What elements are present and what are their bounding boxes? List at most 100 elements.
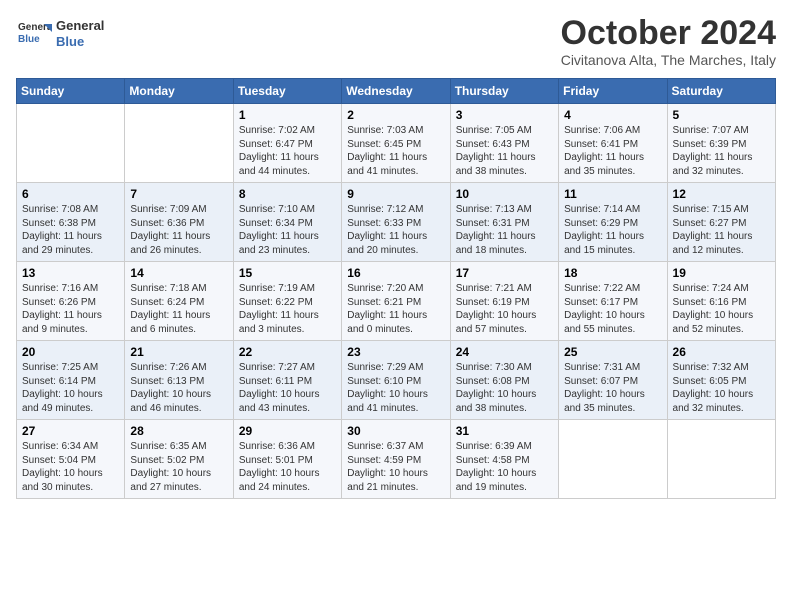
header-wednesday: Wednesday <box>342 79 450 104</box>
calendar-cell: 17 Sunrise: 7:21 AMSunset: 6:19 PMDayligh… <box>450 262 558 341</box>
day-number: 16 <box>347 266 444 280</box>
cell-info: Sunrise: 7:30 AMSunset: 6:08 PMDaylight:… <box>456 361 553 415</box>
cell-info: Sunrise: 7:13 AMSunset: 6:31 PMDaylight:… <box>456 203 553 257</box>
day-number: 27 <box>22 424 119 438</box>
day-number: 20 <box>22 345 119 359</box>
calendar-cell: 26Sunrise: 7:32 AMSunset: 6:05 PMDayligh… <box>667 341 775 420</box>
calendar-table: Sunday Monday Tuesday Wednesday Thursday… <box>16 78 776 499</box>
day-number: 29 <box>239 424 336 438</box>
cell-info: Sunrise: 7:18 AMSunset: 6:24 PMDaylight:… <box>130 282 227 336</box>
day-number: 23 <box>347 345 444 359</box>
day-number: 8 <box>239 187 336 201</box>
calendar-cell: 15 Sunrise: 7:19 AMSunset: 6:22 PMDayligh… <box>233 262 341 341</box>
day-number: 12 <box>673 187 770 201</box>
calendar-cell: 11Sunrise: 7:14 AMSunset: 6:29 PMDayligh… <box>559 183 667 262</box>
cell-info: Sunrise: 7:08 AMSunset: 6:38 PMDaylight:… <box>22 203 119 257</box>
day-number: 19 <box>673 266 770 280</box>
day-number: 24 <box>456 345 553 359</box>
calendar-header: Sunday Monday Tuesday Wednesday Thursday… <box>17 79 776 104</box>
cell-info: Sunrise: 7:19 AMSunset: 6:22 PMDaylight:… <box>239 282 336 336</box>
day-number: 25 <box>564 345 661 359</box>
day-number: 5 <box>673 108 770 122</box>
location-subtitle: Civitanova Alta, The Marches, Italy <box>561 52 776 68</box>
calendar-cell: 2Sunrise: 7:03 AMSunset: 6:45 PMDaylight… <box>342 104 450 183</box>
cell-info: Sunrise: 6:37 AMSunset: 4:59 PMDaylight:… <box>347 440 444 494</box>
header-tuesday: Tuesday <box>233 79 341 104</box>
calendar-cell: 25Sunrise: 7:31 AMSunset: 6:07 PMDayligh… <box>559 341 667 420</box>
svg-text:Blue: Blue <box>18 34 40 45</box>
calendar-cell: 28Sunrise: 6:35 AMSunset: 5:02 PMDayligh… <box>125 420 233 499</box>
day-number: 6 <box>22 187 119 201</box>
calendar-cell <box>667 420 775 499</box>
calendar-cell: 22 Sunrise: 7:27 AMSunset: 6:11 PMDayligh… <box>233 341 341 420</box>
day-number: 15 <box>239 266 336 280</box>
calendar-cell <box>125 104 233 183</box>
cell-info: Sunrise: 7:15 AMSunset: 6:27 PMDaylight:… <box>673 203 770 257</box>
calendar-cell: 13 Sunrise: 7:16 AMSunset: 6:26 PMDayligh… <box>17 262 125 341</box>
calendar-cell: 10 Sunrise: 7:13 AMSunset: 6:31 PMDayligh… <box>450 183 558 262</box>
calendar-body: 1 Sunrise: 7:02 AMSunset: 6:47 PMDaylight… <box>17 104 776 499</box>
day-number: 4 <box>564 108 661 122</box>
calendar-cell <box>559 420 667 499</box>
day-number: 13 <box>22 266 119 280</box>
calendar-cell: 9 Sunrise: 7:12 AMSunset: 6:33 PMDaylight… <box>342 183 450 262</box>
cell-info: Sunrise: 7:24 AMSunset: 6:16 PMDaylight:… <box>673 282 770 336</box>
day-number: 1 <box>239 108 336 122</box>
calendar-cell: 12 Sunrise: 7:15 AMSunset: 6:27 PMDayligh… <box>667 183 775 262</box>
calendar-cell: 8 Sunrise: 7:10 AMSunset: 6:34 PMDaylight… <box>233 183 341 262</box>
header-friday: Friday <box>559 79 667 104</box>
cell-info: Sunrise: 7:27 AMSunset: 6:11 PMDaylight:… <box>239 361 336 415</box>
cell-info: Sunrise: 7:16 AMSunset: 6:26 PMDaylight:… <box>22 282 119 336</box>
title-area: October 2024 Civitanova Alta, The Marche… <box>561 16 776 68</box>
calendar-cell: 24 Sunrise: 7:30 AMSunset: 6:08 PMDayligh… <box>450 341 558 420</box>
header-thursday: Thursday <box>450 79 558 104</box>
cell-info: Sunrise: 7:21 AMSunset: 6:19 PMDaylight:… <box>456 282 553 336</box>
calendar-week-3: 13 Sunrise: 7:16 AMSunset: 6:26 PMDayligh… <box>17 262 776 341</box>
cell-info: Sunrise: 7:03 AMSunset: 6:45 PMDaylight:… <box>347 124 444 178</box>
cell-info: Sunrise: 7:07 AMSunset: 6:39 PMDaylight:… <box>673 124 770 178</box>
calendar-cell: 23Sunrise: 7:29 AMSunset: 6:10 PMDayligh… <box>342 341 450 420</box>
cell-info: Sunrise: 7:22 AMSunset: 6:17 PMDaylight:… <box>564 282 661 336</box>
day-number: 22 <box>239 345 336 359</box>
calendar-week-4: 20 Sunrise: 7:25 AMSunset: 6:14 PMDayligh… <box>17 341 776 420</box>
cell-info: Sunrise: 7:10 AMSunset: 6:34 PMDaylight:… <box>239 203 336 257</box>
calendar-week-5: 27Sunrise: 6:34 AMSunset: 5:04 PMDayligh… <box>17 420 776 499</box>
day-number: 10 <box>456 187 553 201</box>
cell-info: Sunrise: 7:25 AMSunset: 6:14 PMDaylight:… <box>22 361 119 415</box>
cell-info: Sunrise: 7:06 AMSunset: 6:41 PMDaylight:… <box>564 124 661 178</box>
logo-text: General Blue <box>56 18 104 49</box>
day-number: 30 <box>347 424 444 438</box>
calendar-cell: 4 Sunrise: 7:06 AMSunset: 6:41 PMDaylight… <box>559 104 667 183</box>
day-number: 21 <box>130 345 227 359</box>
day-number: 17 <box>456 266 553 280</box>
day-number: 18 <box>564 266 661 280</box>
day-number: 11 <box>564 187 661 201</box>
calendar-cell: 7 Sunrise: 7:09 AMSunset: 6:36 PMDaylight… <box>125 183 233 262</box>
day-number: 3 <box>456 108 553 122</box>
cell-info: Sunrise: 7:02 AMSunset: 6:47 PMDaylight:… <box>239 124 336 178</box>
day-number: 9 <box>347 187 444 201</box>
calendar-cell: 3 Sunrise: 7:05 AMSunset: 6:43 PMDaylight… <box>450 104 558 183</box>
calendar-cell: 6 Sunrise: 7:08 AMSunset: 6:38 PMDaylight… <box>17 183 125 262</box>
cell-info: Sunrise: 7:12 AMSunset: 6:33 PMDaylight:… <box>347 203 444 257</box>
header: General Blue General Blue October 2024 C… <box>16 16 776 68</box>
cell-info: Sunrise: 7:09 AMSunset: 6:36 PMDaylight:… <box>130 203 227 257</box>
calendar-week-2: 6 Sunrise: 7:08 AMSunset: 6:38 PMDaylight… <box>17 183 776 262</box>
day-number: 31 <box>456 424 553 438</box>
day-number: 7 <box>130 187 227 201</box>
logo-icon: General Blue <box>16 16 52 52</box>
calendar-cell: 20 Sunrise: 7:25 AMSunset: 6:14 PMDayligh… <box>17 341 125 420</box>
svg-text:General: General <box>18 22 52 33</box>
cell-info: Sunrise: 7:05 AMSunset: 6:43 PMDaylight:… <box>456 124 553 178</box>
calendar-cell: 14Sunrise: 7:18 AMSunset: 6:24 PMDayligh… <box>125 262 233 341</box>
cell-info: Sunrise: 7:20 AMSunset: 6:21 PMDaylight:… <box>347 282 444 336</box>
calendar-week-1: 1 Sunrise: 7:02 AMSunset: 6:47 PMDaylight… <box>17 104 776 183</box>
calendar-cell: 21Sunrise: 7:26 AMSunset: 6:13 PMDayligh… <box>125 341 233 420</box>
day-number: 28 <box>130 424 227 438</box>
calendar-cell: 29Sunrise: 6:36 AMSunset: 5:01 PMDayligh… <box>233 420 341 499</box>
calendar-cell: 5 Sunrise: 7:07 AMSunset: 6:39 PMDaylight… <box>667 104 775 183</box>
cell-info: Sunrise: 7:32 AMSunset: 6:05 PMDaylight:… <box>673 361 770 415</box>
cell-info: Sunrise: 6:39 AMSunset: 4:58 PMDaylight:… <box>456 440 553 494</box>
weekday-row: Sunday Monday Tuesday Wednesday Thursday… <box>17 79 776 104</box>
calendar-cell: 31 Sunrise: 6:39 AMSunset: 4:58 PMDayligh… <box>450 420 558 499</box>
